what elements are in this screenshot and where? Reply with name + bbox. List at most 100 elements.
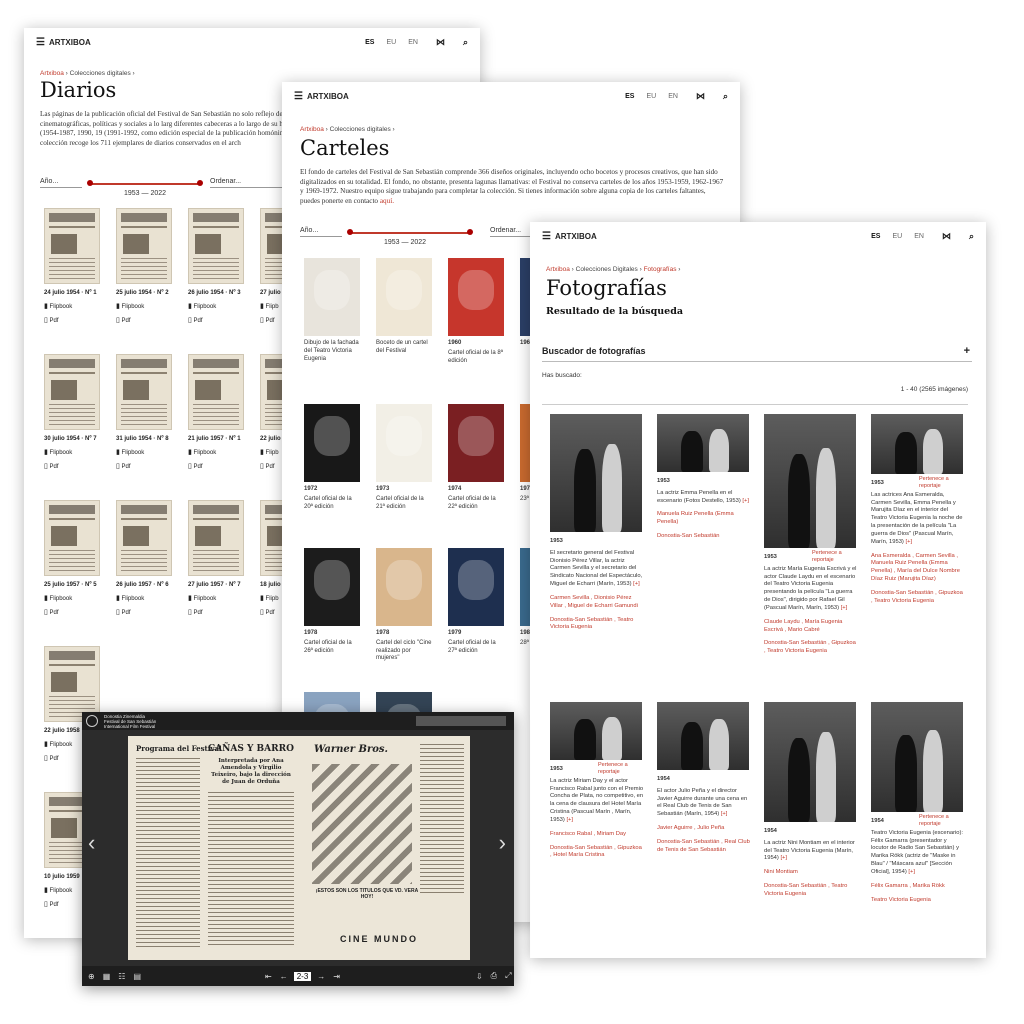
range-handle-end[interactable] (197, 180, 203, 186)
flipbook-link[interactable]: ▮ Flipbook (116, 594, 169, 604)
share-icon[interactable]: ⋈ (942, 231, 951, 242)
poster-thumbnail[interactable] (304, 548, 360, 626)
place-tags[interactable]: Teatro Victoria Eugenia (871, 897, 965, 905)
more-link[interactable]: [+] (721, 811, 728, 817)
contact-link[interactable]: aquí. (380, 197, 394, 205)
people-tags[interactable]: Nini Montiam (764, 869, 858, 877)
newspaper-thumbnail[interactable] (44, 646, 100, 722)
search-icon[interactable]: ⌕ (723, 91, 728, 102)
lang-eu[interactable]: EU (386, 39, 396, 46)
photo-thumbnail[interactable] (871, 702, 963, 812)
lang-eu[interactable]: EU (892, 233, 902, 240)
flipbook-link[interactable]: ▮ Flipbook (188, 594, 241, 604)
next-page-button[interactable]: › (499, 830, 506, 856)
zoom-icon[interactable]: ⊕ (88, 972, 95, 981)
lang-eu[interactable]: EU (646, 93, 656, 100)
share-icon[interactable]: ⋈ (696, 91, 705, 102)
flipbook-link[interactable]: ▮ Flipbook (44, 302, 97, 312)
more-link[interactable]: [+] (841, 605, 848, 611)
pdf-link[interactable]: ▯ Pdf (44, 754, 80, 764)
pdf-link[interactable]: ▯ Pdf (44, 316, 97, 326)
poster-thumbnail[interactable] (448, 404, 504, 482)
place-tags[interactable]: Donostia-San Sebastián , Gipuzkoa , Hote… (550, 845, 644, 861)
lang-en[interactable]: EN (914, 233, 924, 240)
breadcrumb-artxiboa[interactable]: Artxiboa (300, 126, 324, 133)
photo-thumbnail[interactable] (657, 702, 749, 770)
pdf-link[interactable]: ▯ Pdf (116, 316, 169, 326)
search-icon[interactable]: ⌕ (463, 37, 468, 48)
more-link[interactable]: [+] (742, 498, 749, 504)
reportaje-link[interactable]: Pertenece a reportaje (812, 550, 858, 565)
pdf-link[interactable]: ▯ Pdf (44, 462, 97, 472)
pdf-link[interactable]: ▯ Pdf (44, 608, 97, 618)
flipbook-link[interactable]: ▮ Flipbook (44, 886, 80, 896)
search-panel-header[interactable]: Buscador de fotografías + (542, 345, 972, 362)
people-tags[interactable]: Javier Aguirre , Julio Peña (657, 825, 751, 833)
grid-icon[interactable]: ▦ (103, 972, 111, 981)
next-icon[interactable]: → (317, 972, 325, 981)
thumbnails-icon[interactable]: ☷ (118, 972, 125, 981)
newspaper-thumbnail[interactable] (116, 354, 172, 430)
brand-logo[interactable]: ARTXIBOA (555, 232, 597, 241)
place-tags[interactable]: Donostia-San Sebastián , Gipuzkoa , Teat… (764, 640, 858, 656)
breadcrumb-artxiboa[interactable]: Artxiboa (546, 266, 570, 273)
flipbook-link[interactable]: ▮ Flipbook (116, 302, 169, 312)
place-tags[interactable]: Donostia-San Sebastián , Teatro Victoria… (550, 617, 644, 633)
lang-es[interactable]: ES (625, 93, 634, 100)
share-icon[interactable]: ⋈ (436, 37, 445, 48)
reportaje-link[interactable]: Pertenece a reportaje (598, 762, 644, 777)
poster-thumbnail[interactable] (376, 404, 432, 482)
viewer-search-input[interactable] (416, 716, 506, 726)
reportaje-link[interactable]: Pertenece a reportaje (919, 476, 965, 491)
more-link[interactable]: [+] (908, 869, 915, 875)
range-handle-end[interactable] (467, 229, 473, 235)
more-link[interactable]: [+] (633, 581, 640, 587)
first-page-icon[interactable]: ⇤ (265, 972, 272, 981)
lang-en[interactable]: EN (408, 39, 418, 46)
photo-thumbnail[interactable] (550, 414, 642, 532)
prev-icon[interactable]: ← (280, 972, 288, 981)
poster-thumbnail[interactable] (376, 258, 432, 336)
menu-icon[interactable]: ☰ (36, 37, 45, 48)
menu-icon[interactable]: ☰ (542, 231, 551, 242)
year-select[interactable]: Año... (40, 178, 82, 188)
more-link[interactable]: [+] (780, 855, 787, 861)
pdf-link[interactable]: ▯ Pdf (116, 462, 169, 472)
newspaper-thumbnail[interactable] (116, 500, 172, 576)
poster-thumbnail[interactable] (304, 404, 360, 482)
flipbook-link[interactable]: ▮ Flipbook (44, 740, 80, 750)
poster-thumbnail[interactable] (448, 548, 504, 626)
breadcrumb-colecciones[interactable]: Colecciones Digitales (576, 266, 638, 273)
toc-icon[interactable]: ▤ (133, 972, 141, 981)
place-tags[interactable]: Donostia-San Sebastián , Teatro Victoria… (764, 883, 858, 899)
newspaper-thumbnail[interactable] (44, 500, 100, 576)
brand-logo[interactable]: ARTXIBOA (307, 92, 349, 101)
newspaper-thumbnail[interactable] (44, 354, 100, 430)
year-range-slider[interactable] (350, 232, 470, 234)
place-tags[interactable]: Donostia-San Sebastián (657, 533, 751, 541)
page-indicator[interactable]: 2-3 (293, 971, 312, 981)
newspaper-thumbnail[interactable] (188, 500, 244, 576)
photo-thumbnail[interactable] (657, 414, 749, 472)
search-icon[interactable]: ⌕ (969, 231, 974, 242)
breadcrumb-fotografias[interactable]: Fotografías (644, 266, 677, 273)
newspaper-thumbnail[interactable] (116, 208, 172, 284)
photo-thumbnail[interactable] (550, 702, 642, 760)
pdf-link[interactable]: ▯ Pdf (116, 608, 169, 618)
place-tags[interactable]: Donostia-San Sebastián , Gipuzkoa , Teat… (871, 590, 965, 606)
place-tags[interactable]: Donostia-San Sebastián , Real Club de Te… (657, 839, 751, 855)
reportaje-link[interactable]: Pertenece a reportaje (919, 814, 965, 829)
more-link[interactable]: [+] (566, 817, 573, 823)
flipbook-link[interactable]: ▮ Flipbook (188, 448, 241, 458)
pdf-link[interactable]: ▯ Pdf (188, 608, 241, 618)
lang-es[interactable]: ES (365, 39, 374, 46)
photo-thumbnail[interactable] (871, 414, 963, 474)
photo-thumbnail[interactable] (764, 414, 856, 548)
people-tags[interactable]: Félix Gamarra , Marika Rökk (871, 883, 965, 891)
flipbook-link[interactable]: ▮ Flipbook (116, 448, 169, 458)
newspaper-thumbnail[interactable] (188, 354, 244, 430)
last-page-icon[interactable]: ⇥ (333, 972, 340, 981)
brand-logo[interactable]: ARTXIBOA (49, 38, 91, 47)
people-tags[interactable]: Ana Esmeralda , Carmen Sevilla , Manuela… (871, 553, 965, 584)
people-tags[interactable]: Claude Laydu , María Eugenia Escrivá , M… (764, 619, 858, 635)
